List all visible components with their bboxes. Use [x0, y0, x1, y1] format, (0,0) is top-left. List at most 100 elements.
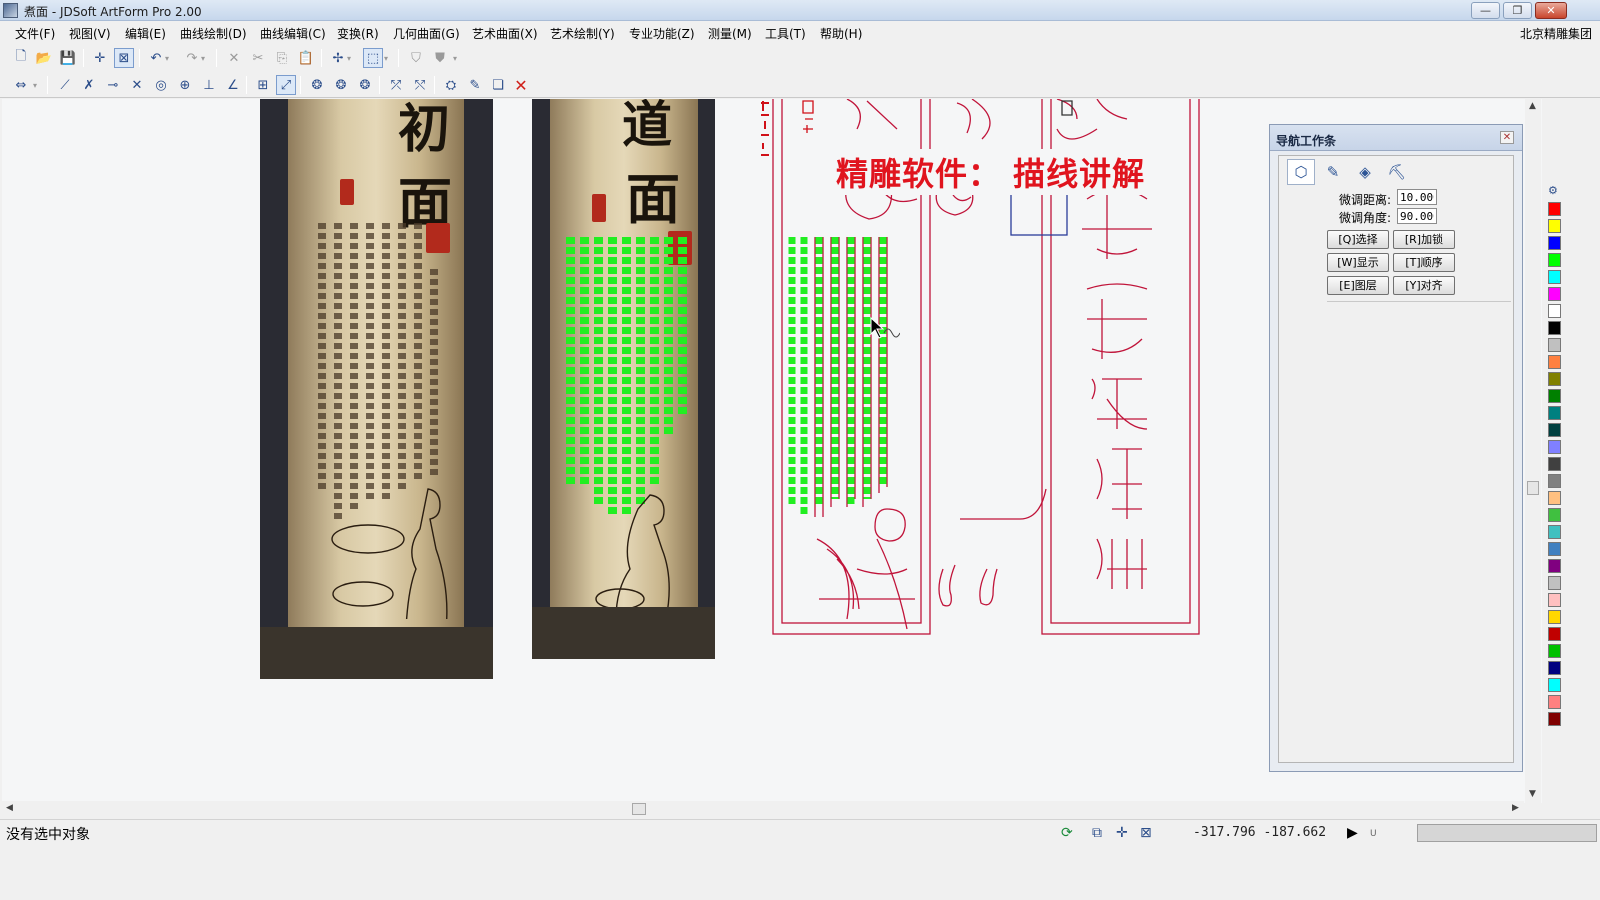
color-swatch[interactable] — [1548, 372, 1561, 386]
intersect-icon[interactable]: ✕ — [127, 75, 147, 95]
render-icon[interactable]: ⛉ — [406, 48, 426, 68]
scroll-right-icon[interactable]: ▶ — [1512, 803, 1519, 813]
blob1-icon[interactable]: ❂ — [307, 75, 327, 95]
menu-tools[interactable]: 工具(T) — [765, 25, 806, 42]
scroll-thumb[interactable] — [632, 803, 646, 815]
refresh-icon[interactable]: ⟳ — [1061, 825, 1073, 841]
color-swatch[interactable] — [1548, 355, 1561, 369]
node-delete-icon[interactable]: ⤲ — [410, 75, 430, 95]
surface-tab-icon[interactable]: ◈ — [1351, 159, 1379, 185]
grid-icon[interactable]: ⊞ — [253, 75, 273, 95]
layer-button[interactable]: [E]图层 — [1327, 276, 1389, 295]
shade-icon[interactable]: ⛊ — [430, 48, 450, 68]
color-swatch[interactable] — [1548, 440, 1561, 454]
color-swatch[interactable] — [1548, 627, 1561, 641]
edit-tab-icon[interactable]: ✎ — [1319, 159, 1347, 185]
order-button[interactable]: [T]顺序 — [1393, 253, 1455, 272]
snap-point-icon[interactable]: ✛ — [90, 48, 110, 68]
color-swatch[interactable] — [1548, 576, 1561, 590]
lock-button[interactable]: [R]加锁 — [1393, 230, 1455, 249]
menu-curve-draw[interactable]: 曲线绘制(D) — [180, 25, 247, 42]
color-swatch[interactable] — [1548, 253, 1561, 267]
blob3-icon[interactable]: ❂ — [355, 75, 375, 95]
color-swatch[interactable] — [1548, 508, 1561, 522]
chevron-down-icon[interactable]: ▾ — [344, 48, 354, 68]
fine-angle-input[interactable] — [1397, 208, 1437, 224]
color-swatch[interactable] — [1548, 389, 1561, 403]
tool-tab-icon[interactable]: ⛏ — [1383, 159, 1411, 185]
color-swatch[interactable] — [1548, 457, 1561, 471]
select-box-icon[interactable]: ⊠ — [114, 48, 134, 68]
circle-tangent-icon[interactable]: ⊕ — [175, 75, 195, 95]
view-3d-icon[interactable]: ⬚ — [363, 48, 383, 68]
open-icon[interactable]: 📂 — [34, 48, 54, 68]
trim-icon[interactable]: ✗ — [79, 75, 99, 95]
color-swatch[interactable] — [1548, 202, 1561, 216]
color-swatch[interactable] — [1548, 542, 1561, 556]
blob2-icon[interactable]: ❂ — [331, 75, 351, 95]
color-swatch[interactable] — [1548, 610, 1561, 624]
select-box-icon[interactable]: ⊠ — [1140, 825, 1152, 841]
delete-icon[interactable]: ✕ — [511, 75, 531, 95]
color-swatch[interactable] — [1548, 525, 1561, 539]
menu-transform[interactable]: 变换(R) — [337, 25, 379, 42]
color-swatch[interactable] — [1548, 270, 1561, 284]
color-swatch[interactable] — [1548, 712, 1561, 726]
chevron-down-icon[interactable]: ▾ — [381, 48, 391, 68]
node-add-icon[interactable]: ⤱ — [386, 75, 406, 95]
fine-distance-input[interactable] — [1397, 189, 1437, 205]
scroll-thumb[interactable] — [1527, 481, 1539, 495]
cut-disabled-icon[interactable]: ✕ — [224, 48, 244, 68]
move-icon[interactable]: ⇔ — [11, 75, 31, 95]
color-swatch[interactable] — [1548, 491, 1561, 505]
color-swatch[interactable] — [1548, 644, 1561, 658]
chart-icon[interactable]: ⤢ — [276, 75, 296, 95]
palette-icon[interactable]: ⚙ — [1548, 184, 1562, 198]
chevron-down-icon[interactable]: ▾ — [450, 48, 460, 68]
circle-icon[interactable]: ◎ — [151, 75, 171, 95]
play-icon[interactable]: ▶ — [1347, 825, 1358, 841]
scroll-left-icon[interactable]: ◀ — [6, 803, 13, 813]
menu-help[interactable]: 帮助(H) — [820, 25, 862, 42]
color-swatch[interactable] — [1548, 321, 1561, 335]
color-swatch[interactable] — [1548, 406, 1561, 420]
color-swatch[interactable] — [1548, 236, 1561, 250]
paint-icon[interactable]: ✎ — [465, 75, 485, 95]
color-swatch[interactable] — [1548, 593, 1561, 607]
paste-icon[interactable]: 📋 — [296, 48, 316, 68]
color-swatch[interactable] — [1548, 219, 1561, 233]
select-button[interactable]: [Q]选择 — [1327, 230, 1389, 249]
color-swatch[interactable] — [1548, 287, 1561, 301]
menu-file[interactable]: 文件(F) — [15, 25, 55, 42]
chevron-down-icon[interactable]: ▾ — [30, 75, 40, 95]
layers-icon[interactable]: ❏ — [488, 75, 508, 95]
close-icon[interactable]: ✕ — [1500, 131, 1514, 144]
scroll-down-icon[interactable]: ▼ — [1529, 789, 1536, 799]
vertical-scrollbar[interactable]: ▲ ▼ — [1525, 99, 1541, 803]
menu-edit[interactable]: 编辑(E) — [125, 25, 166, 42]
align-button[interactable]: [Y]对齐 — [1393, 276, 1455, 295]
menu-art-surface[interactable]: 艺术曲面(X) — [472, 25, 538, 42]
ruler-icon[interactable]: ⧉ — [1092, 825, 1102, 841]
layer-tab-icon[interactable]: ⬡ — [1287, 159, 1315, 185]
menu-measure[interactable]: 测量(M) — [708, 25, 752, 42]
perpendicular-icon[interactable]: ⊥ — [199, 75, 219, 95]
save-icon[interactable]: 💾 — [58, 48, 78, 68]
menu-professional[interactable]: 专业功能(Z) — [629, 25, 695, 42]
display-button[interactable]: [W]显示 — [1327, 253, 1389, 272]
menu-geometry-surface[interactable]: 几何曲面(G) — [393, 25, 460, 42]
crosshair-icon[interactable]: ✛ — [1116, 825, 1128, 841]
minimize-button[interactable]: — — [1471, 2, 1500, 19]
cut-icon[interactable]: ✂ — [248, 48, 268, 68]
menu-view[interactable]: 视图(V) — [69, 25, 111, 42]
color-swatch[interactable] — [1548, 559, 1561, 573]
copy-icon[interactable]: ⎘ — [272, 48, 292, 68]
horizontal-scrollbar[interactable]: ◀ ▶ — [2, 801, 1524, 817]
restore-button[interactable]: ❐ — [1503, 2, 1532, 19]
new-icon[interactable]: 🗋 — [11, 48, 31, 68]
chevron-down-icon[interactable]: ▾ — [162, 48, 172, 68]
color-swatch[interactable] — [1548, 678, 1561, 692]
menu-art-draw[interactable]: 艺术绘制(Y) — [550, 25, 615, 42]
angle-icon[interactable]: ∠ — [223, 75, 243, 95]
chevron-down-icon[interactable]: ▾ — [198, 48, 208, 68]
